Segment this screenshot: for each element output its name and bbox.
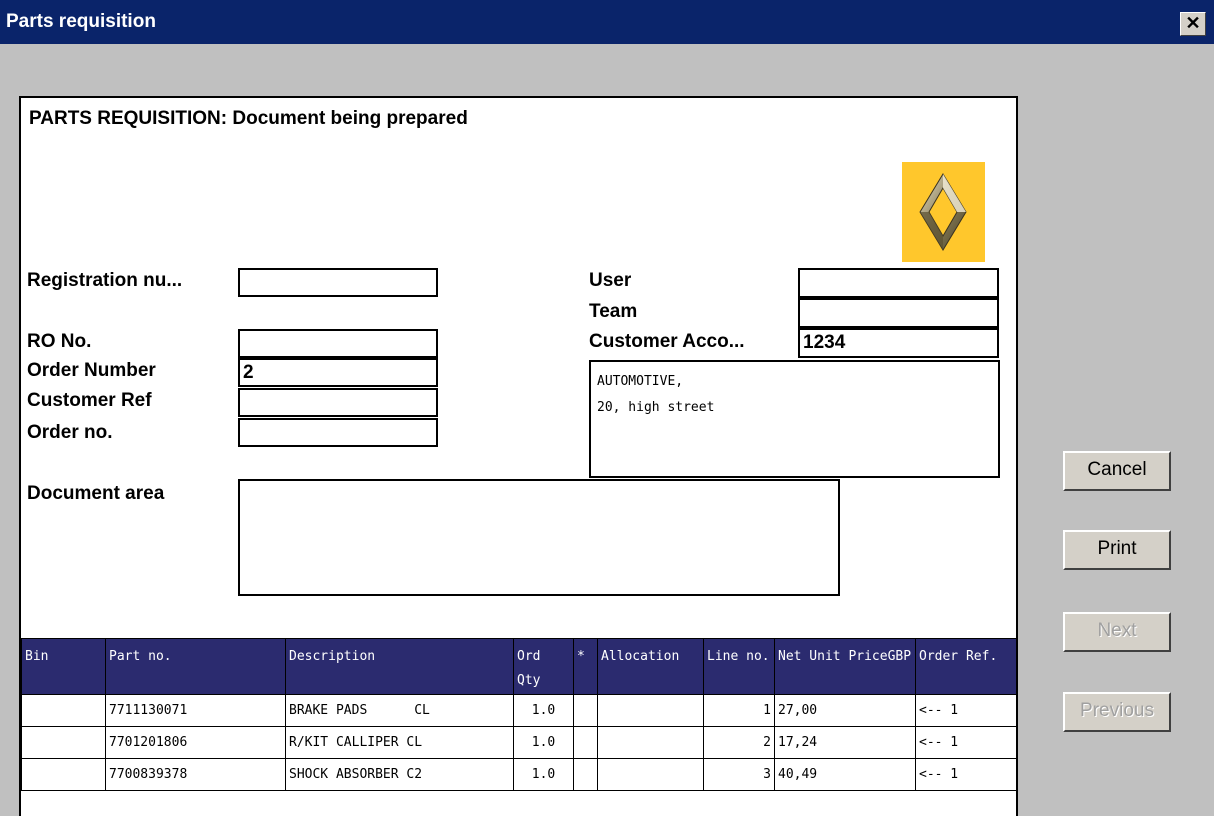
cell-line-no[interactable]: 3 — [703, 758, 775, 791]
renault-logo-icon — [919, 173, 967, 251]
document-panel: PARTS REQUISITION: Document being prepar… — [19, 96, 1018, 816]
col-header-part-no[interactable]: Part no. — [105, 638, 286, 695]
order-no-field[interactable] — [238, 418, 438, 447]
document-area-label: Document area — [27, 483, 165, 504]
col-header-description[interactable]: Description — [285, 638, 514, 695]
user-field[interactable] — [798, 268, 999, 298]
title-bar: Parts requisition ✕ — [0, 0, 1214, 44]
col-header-order-ref[interactable]: Order Ref. — [915, 638, 1017, 695]
renault-logo — [902, 162, 985, 262]
col-header-bin[interactable]: Bin — [21, 638, 106, 695]
table-row[interactable]: 7701201806 R/KIT CALLIPER CL 1.0 2 17,24… — [21, 726, 1017, 759]
col-header-line-no[interactable]: Line no. — [703, 638, 775, 695]
cell-order-ref[interactable]: <-- 1 — [915, 694, 1017, 727]
cell-description[interactable]: BRAKE PADS CL — [285, 694, 514, 727]
customer-ref-label: Customer Ref — [27, 390, 152, 411]
table-header: Bin Part no. Description Ord Qty * Alloc… — [21, 638, 1017, 695]
cell-order-ref[interactable]: <-- 1 — [915, 758, 1017, 791]
table-row[interactable]: 7711130071 BRAKE PADS CL 1.0 1 27,00 <--… — [21, 694, 1017, 727]
col-header-ord-qty[interactable]: Ord Qty — [513, 638, 574, 695]
cell-bin[interactable] — [21, 694, 106, 727]
cell-allocation[interactable] — [597, 694, 704, 727]
cell-line-no[interactable]: 1 — [703, 694, 775, 727]
cell-part-no[interactable]: 7711130071 — [105, 694, 286, 727]
page-title: PARTS REQUISITION: Document being prepar… — [29, 108, 468, 129]
order-number-label: Order Number — [27, 360, 156, 381]
parts-table: Bin Part no. Description Ord Qty * Alloc… — [21, 638, 1017, 791]
previous-button[interactable]: Previous — [1063, 692, 1171, 732]
user-label: User — [589, 270, 632, 291]
close-icon: ✕ — [1185, 13, 1201, 33]
close-button[interactable]: ✕ — [1180, 12, 1206, 36]
cell-order-ref[interactable]: <-- 1 — [915, 726, 1017, 759]
table-row[interactable]: 7700839378 SHOCK ABSORBER C2 1.0 3 40,49… — [21, 758, 1017, 791]
ro-field[interactable] — [238, 329, 438, 358]
cell-allocation[interactable] — [597, 758, 704, 791]
ro-label: RO No. — [27, 331, 92, 352]
col-header-star[interactable]: * — [573, 638, 598, 695]
next-button[interactable]: Next — [1063, 612, 1171, 652]
col-header-price[interactable]: Net Unit PriceGBP — [774, 638, 916, 695]
cell-ord-qty[interactable]: 1.0 — [513, 694, 574, 727]
registration-label: Registration nu... — [27, 270, 183, 291]
cell-part-no[interactable]: 7700839378 — [105, 758, 286, 791]
cell-bin[interactable] — [21, 758, 106, 791]
customer-address: AUTOMOTIVE, 20, high street — [589, 360, 1000, 478]
cell-line-no[interactable]: 2 — [703, 726, 775, 759]
cell-star[interactable] — [573, 694, 598, 727]
order-number-field[interactable]: 2 — [238, 358, 438, 387]
order-no-label: Order no. — [27, 422, 113, 443]
cell-description[interactable]: R/KIT CALLIPER CL — [285, 726, 514, 759]
customer-ref-field[interactable] — [238, 388, 438, 417]
registration-field[interactable] — [238, 268, 438, 297]
cell-price[interactable]: 40,49 — [774, 758, 916, 791]
address-line: 20, high street — [597, 400, 715, 415]
customer-account-field[interactable]: 1234 — [798, 328, 999, 358]
cell-allocation[interactable] — [597, 726, 704, 759]
window-title: Parts requisition — [6, 11, 156, 32]
team-field[interactable] — [798, 298, 999, 328]
col-header-allocation[interactable]: Allocation — [597, 638, 704, 695]
customer-account-label: Customer Acco... — [589, 331, 745, 352]
cell-star[interactable] — [573, 758, 598, 791]
cell-price[interactable]: 27,00 — [774, 694, 916, 727]
cell-star[interactable] — [573, 726, 598, 759]
cell-description[interactable]: SHOCK ABSORBER C2 — [285, 758, 514, 791]
cell-ord-qty[interactable]: 1.0 — [513, 726, 574, 759]
cell-ord-qty[interactable]: 1.0 — [513, 758, 574, 791]
team-label: Team — [589, 301, 638, 322]
print-button[interactable]: Print — [1063, 530, 1171, 570]
cancel-button[interactable]: Cancel — [1063, 451, 1171, 491]
document-area-field[interactable] — [238, 479, 840, 596]
address-line: AUTOMOTIVE, — [597, 374, 684, 389]
cell-bin[interactable] — [21, 726, 106, 759]
cell-part-no[interactable]: 7701201806 — [105, 726, 286, 759]
cell-price[interactable]: 17,24 — [774, 726, 916, 759]
